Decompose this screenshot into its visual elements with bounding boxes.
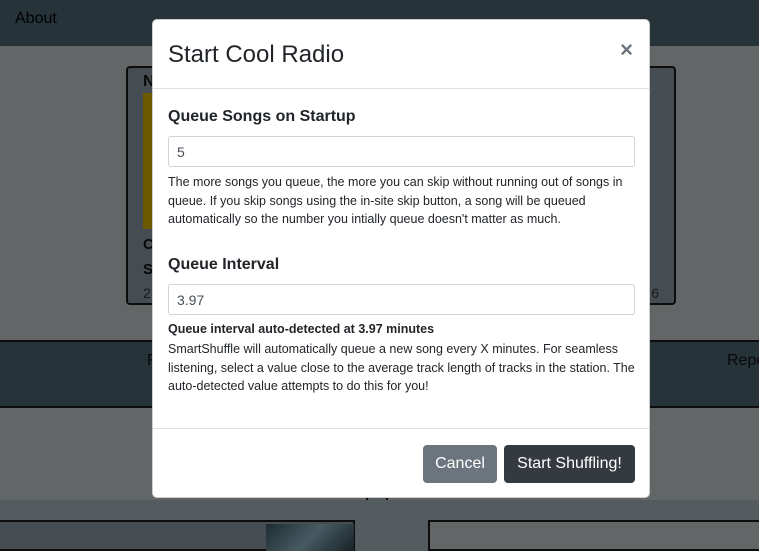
queue-songs-help: The more songs you queue, the more you c… <box>168 175 623 226</box>
cancel-button[interactable]: Cancel <box>423 445 497 483</box>
queue-interval-input[interactable] <box>168 284 635 315</box>
queue-songs-input[interactable] <box>168 136 635 167</box>
modal-body: Queue Songs on Startup The more songs yo… <box>153 89 649 428</box>
start-radio-modal: Start Cool Radio × Queue Songs on Startu… <box>152 19 650 498</box>
start-shuffling-button[interactable]: Start Shuffling! <box>504 445 635 483</box>
queue-songs-label: Queue Songs on Startup <box>168 108 356 125</box>
queue-interval-label: Queue Interval <box>168 256 280 273</box>
modal-header: Start Cool Radio × <box>153 20 649 89</box>
auto-detect-note: Queue interval auto-detected at 3.97 min… <box>168 322 435 336</box>
queue-interval-help: SmartShuffle will automatically queue a … <box>168 342 635 393</box>
close-icon[interactable]: × <box>620 39 633 61</box>
modal-title: Start Cool Radio <box>168 41 345 68</box>
modal-footer: Cancel Start Shuffling! <box>153 428 649 497</box>
